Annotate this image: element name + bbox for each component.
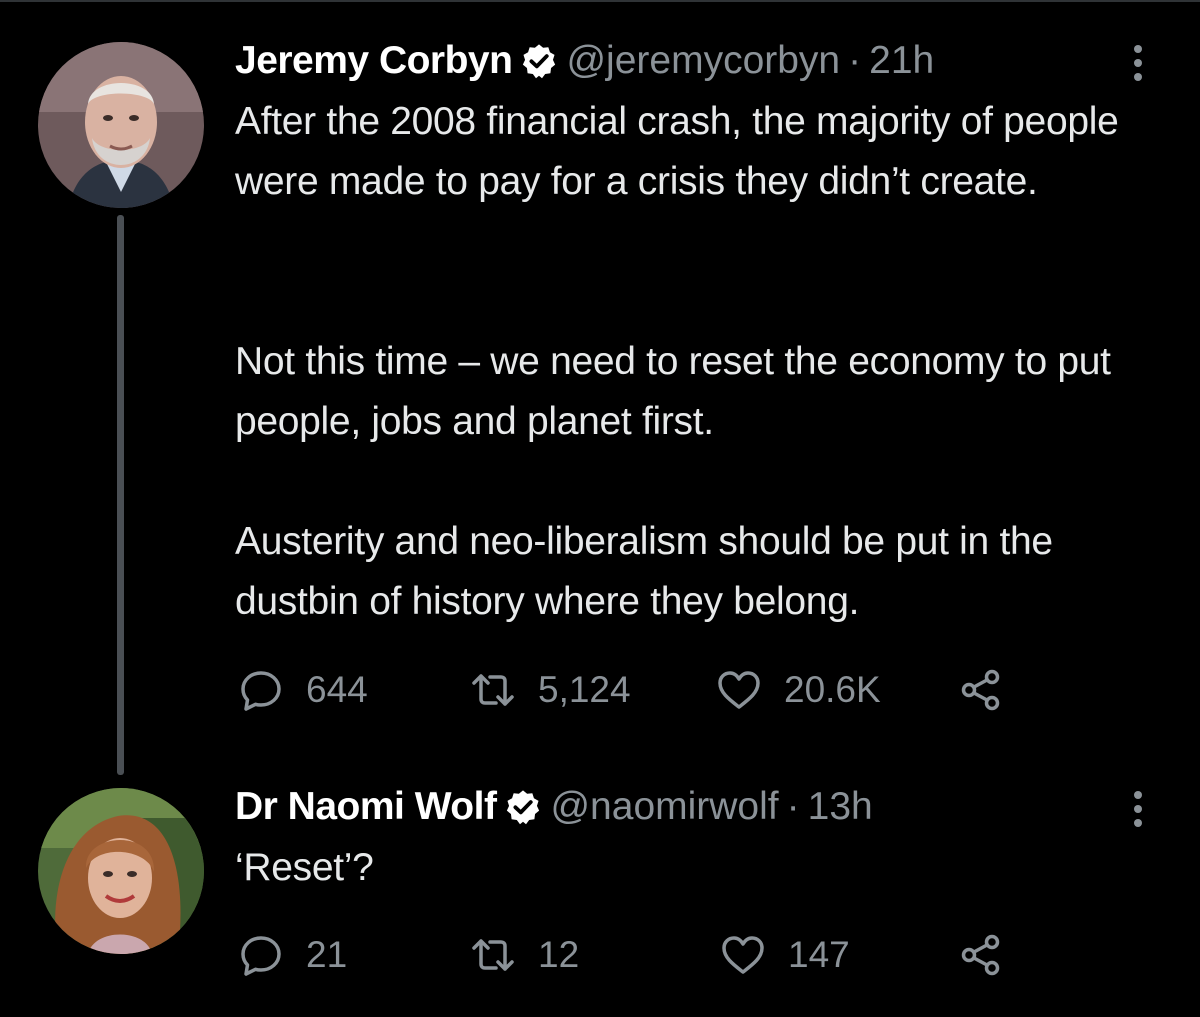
timestamp[interactable]: 13h	[808, 785, 873, 829]
reply-button[interactable]: 644	[238, 665, 368, 715]
reply-count: 21	[306, 934, 348, 975]
reply-icon	[241, 671, 281, 711]
like-count: 147	[788, 934, 850, 975]
retweet-button[interactable]: 12	[470, 930, 579, 980]
avatar-image	[38, 788, 204, 954]
reply-button[interactable]: 21	[238, 930, 347, 980]
retweet-count: 12	[538, 934, 580, 975]
verified-badge-icon	[504, 788, 542, 826]
retweet-icon	[472, 939, 514, 971]
tweet-text-paragraph: After the 2008 financial crash, the majo…	[235, 100, 1119, 203]
tweet-header: Jeremy Corbyn @jeremycorbyn · 21h	[235, 38, 934, 84]
tweet-header: Dr Naomi Wolf @naomirwolf · 13h	[235, 784, 873, 830]
separator-dot: ·	[848, 39, 862, 82]
timestamp[interactable]: 21h	[869, 39, 934, 83]
retweet-count: 5,124	[538, 669, 631, 710]
more-vertical-icon[interactable]	[1128, 40, 1148, 86]
tweet-jeremy-corbyn[interactable]: Jeremy Corbyn @jeremycorbyn · 21h After …	[0, 0, 1200, 775]
tweet-actions: 644 5,124 20.6K	[238, 665, 1138, 715]
verified-badge-icon	[520, 42, 558, 80]
tweet-text-paragraph: ‘Reset’?	[235, 846, 374, 889]
display-name[interactable]: Jeremy Corbyn	[235, 39, 513, 83]
thread-connector-line	[117, 215, 124, 775]
share-icon	[961, 934, 1000, 976]
heart-icon	[722, 936, 764, 974]
heart-icon	[718, 671, 760, 709]
tweet-naomi-wolf[interactable]: Dr Naomi Wolf @naomirwolf · 13h ‘Reset’?…	[0, 760, 1200, 1017]
share-button[interactable]	[958, 930, 1004, 980]
retweet-button[interactable]: 5,124	[470, 665, 631, 715]
like-button[interactable]: 147	[720, 930, 850, 980]
retweet-icon	[472, 674, 514, 706]
tweet-actions: 21 12 147	[238, 930, 1138, 980]
reply-icon	[241, 936, 281, 976]
tweet-text-paragraph: Austerity and neo-liberalism should be p…	[235, 520, 1053, 623]
more-vertical-icon[interactable]	[1128, 786, 1148, 832]
avatar[interactable]	[38, 788, 204, 954]
share-button[interactable]	[958, 665, 1004, 715]
avatar-image	[38, 42, 204, 208]
like-count: 20.6K	[784, 669, 881, 710]
user-handle[interactable]: @jeremycorbyn	[566, 39, 840, 83]
tweet-text-paragraph: Not this time – we need to reset the eco…	[235, 340, 1111, 443]
avatar[interactable]	[38, 42, 204, 208]
reply-count: 644	[306, 669, 368, 710]
like-button[interactable]: 20.6K	[716, 665, 881, 715]
share-icon	[961, 669, 1000, 711]
user-handle[interactable]: @naomirwolf	[550, 785, 778, 829]
display-name[interactable]: Dr Naomi Wolf	[235, 785, 497, 829]
separator-dot: ·	[786, 785, 800, 828]
